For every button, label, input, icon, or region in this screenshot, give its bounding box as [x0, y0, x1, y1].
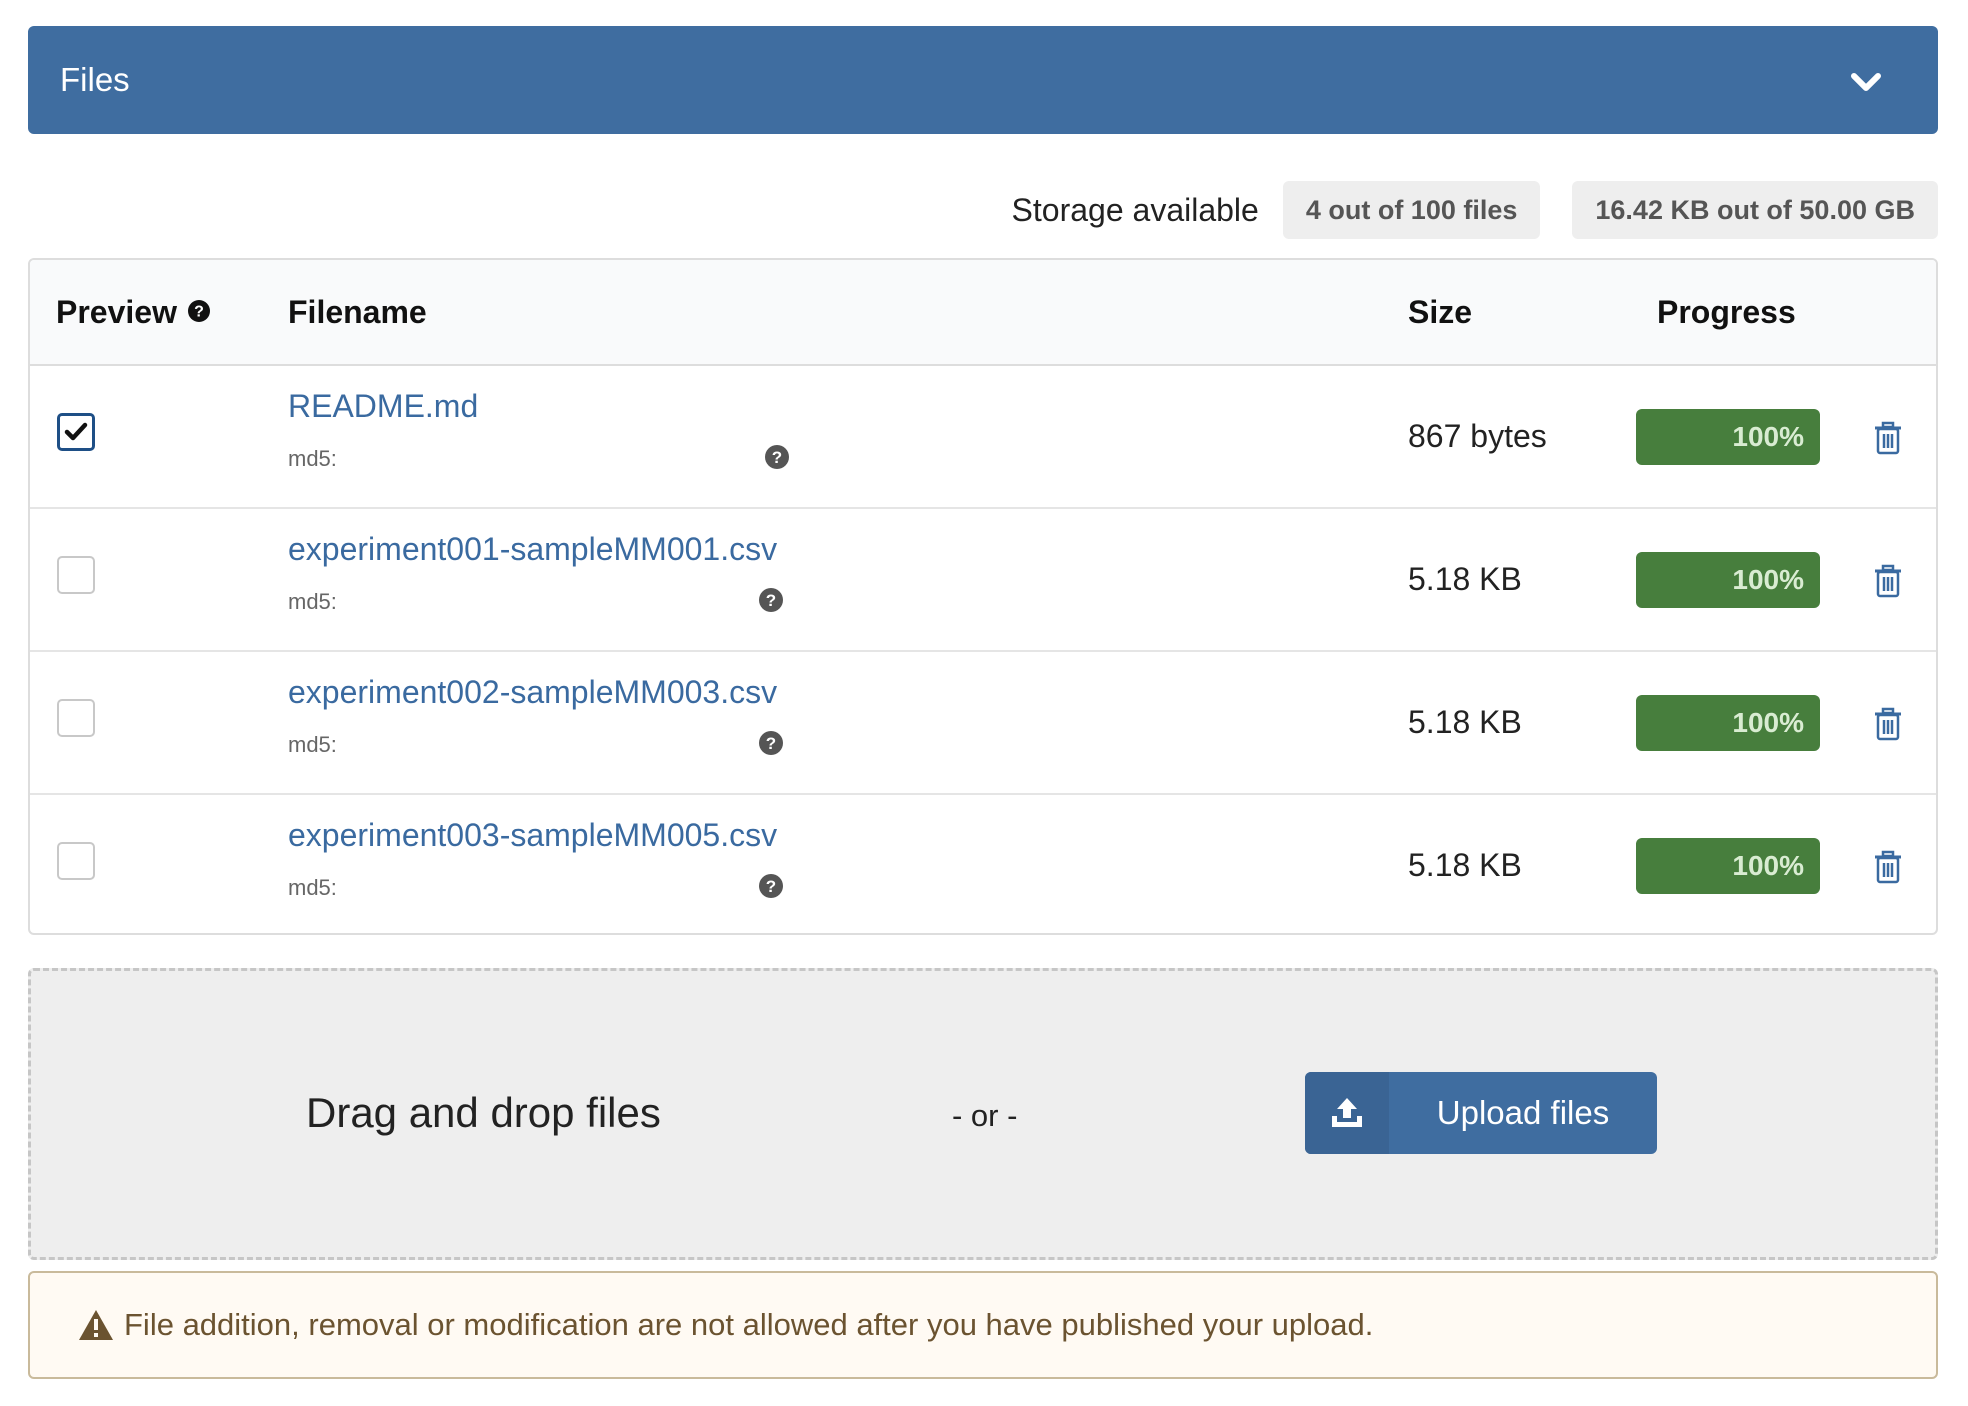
- chevron-down-icon[interactable]: [1846, 62, 1886, 102]
- files-table: Preview? Filename Size Progress README.m…: [28, 258, 1938, 935]
- file-size: 867 bytes: [1408, 418, 1547, 454]
- header-progress: Progress: [1657, 294, 1796, 330]
- storage-label: Storage available: [1011, 191, 1259, 228]
- preview-checkbox[interactable]: [57, 556, 95, 594]
- filename-link[interactable]: experiment001-sampleMM001.csv: [288, 531, 777, 568]
- table-header: Preview? Filename Size Progress: [30, 260, 1936, 366]
- svg-text:?: ?: [766, 734, 776, 753]
- table-row: experiment002-sampleMM003.csv md5: ? 5.1…: [30, 652, 1936, 795]
- upload-icon: [1305, 1072, 1389, 1154]
- panel-title: Files: [60, 61, 130, 98]
- question-circle-icon[interactable]: ?: [764, 444, 790, 470]
- upload-files-label: Upload files: [1436, 1094, 1610, 1131]
- warning-icon: [78, 1309, 114, 1346]
- question-circle-icon[interactable]: ?: [758, 730, 784, 756]
- dropzone-text: Drag and drop files: [306, 1089, 661, 1136]
- storage-size-badge: 16.42 KB out of 50.00 GB: [1572, 181, 1938, 239]
- files-count-badge: 4 out of 100 files: [1282, 181, 1541, 239]
- progress-label: 100%: [1732, 421, 1804, 452]
- svg-text:?: ?: [194, 303, 204, 320]
- header-preview-label: Preview: [56, 294, 177, 330]
- header-size: Size: [1408, 294, 1473, 330]
- trash-icon[interactable]: [1873, 850, 1903, 884]
- file-size: 5.18 KB: [1408, 561, 1522, 597]
- md5-label: md5:: [288, 875, 337, 900]
- progress-bar: 100%: [1636, 695, 1820, 751]
- md5-label: md5:: [288, 589, 337, 614]
- files-panel-header[interactable]: Files: [28, 26, 1938, 134]
- warning-text: File addition, removal or modification a…: [124, 1307, 1374, 1342]
- trash-icon[interactable]: [1873, 564, 1903, 598]
- preview-checkbox[interactable]: [57, 699, 95, 737]
- progress-label: 100%: [1732, 707, 1804, 738]
- progress-bar: 100%: [1636, 409, 1820, 465]
- publish-warning: File addition, removal or modification a…: [28, 1271, 1938, 1379]
- table-row: README.md md5: ? 867 bytes 100%: [30, 366, 1936, 509]
- filename-link[interactable]: README.md: [288, 388, 478, 425]
- upload-files-button[interactable]: Upload files: [1305, 1072, 1657, 1154]
- table-row: experiment001-sampleMM001.csv md5: ? 5.1…: [30, 509, 1936, 652]
- file-size: 5.18 KB: [1408, 704, 1522, 740]
- progress-bar: 100%: [1636, 838, 1820, 894]
- dropzone-or: - or -: [952, 1098, 1018, 1133]
- storage-summary: Storage available 4 out of 100 files 16.…: [1012, 180, 1938, 240]
- header-preview: Preview?: [56, 260, 211, 364]
- filename-link[interactable]: experiment003-sampleMM005.csv: [288, 817, 777, 854]
- question-circle-icon[interactable]: ?: [758, 873, 784, 899]
- trash-icon[interactable]: [1873, 707, 1903, 741]
- preview-checkbox[interactable]: [57, 842, 95, 880]
- table-row: experiment003-sampleMM005.csv md5: ? 5.1…: [30, 795, 1936, 933]
- progress-bar: 100%: [1636, 552, 1820, 608]
- progress-label: 100%: [1732, 850, 1804, 881]
- header-filename: Filename: [288, 294, 427, 330]
- file-dropzone[interactable]: Drag and drop files - or - Upload files: [28, 968, 1938, 1260]
- svg-text:?: ?: [766, 591, 776, 610]
- progress-label: 100%: [1732, 564, 1804, 595]
- question-circle-icon[interactable]: ?: [187, 260, 211, 364]
- trash-icon[interactable]: [1873, 421, 1903, 455]
- file-size: 5.18 KB: [1408, 847, 1522, 883]
- svg-text:?: ?: [772, 448, 782, 467]
- md5-label: md5:: [288, 446, 337, 471]
- preview-checkbox[interactable]: [57, 413, 95, 451]
- svg-text:?: ?: [766, 877, 776, 896]
- md5-label: md5:: [288, 732, 337, 757]
- filename-link[interactable]: experiment002-sampleMM003.csv: [288, 674, 777, 711]
- question-circle-icon[interactable]: ?: [758, 587, 784, 613]
